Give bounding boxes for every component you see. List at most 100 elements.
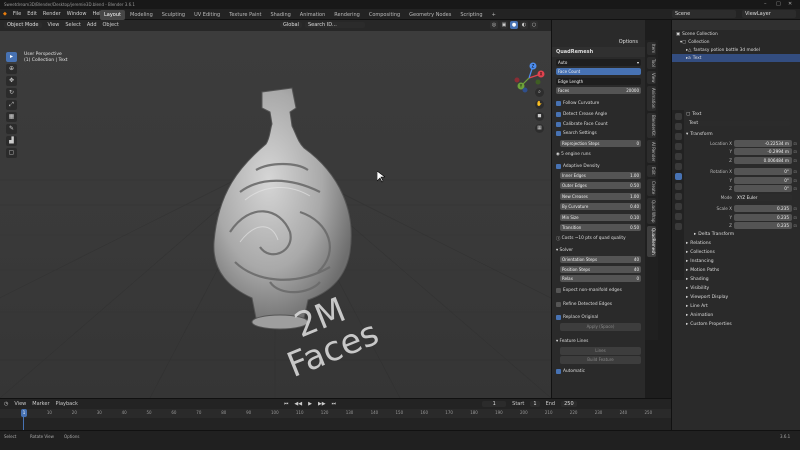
rotation-y-field[interactable]: 0° (734, 176, 792, 184)
rendered-shading-icon[interactable]: ○ (530, 21, 538, 29)
blender-logo-icon[interactable]: ◆ (3, 11, 7, 17)
search-settings-checkbox[interactable] (556, 131, 561, 137)
scale-x-field[interactable]: 0.235 (734, 205, 792, 213)
render-props-icon[interactable] (674, 123, 682, 130)
orientation-steps-field[interactable]: Orientation Steps 40 (560, 256, 641, 264)
options-dropdown[interactable]: Options (615, 39, 641, 45)
quadremesh-header[interactable]: QuadRemesh (552, 47, 645, 57)
delta-transform-section[interactable]: ▸ Delta Transform (694, 230, 799, 239)
timeline-menu-playback[interactable]: Playback (56, 401, 78, 407)
select-box-tool-icon[interactable]: ▸ (6, 52, 17, 62)
min-size-field[interactable]: Min Size 0.10 (560, 214, 641, 222)
annotate-tool-icon[interactable]: ✎ (6, 124, 17, 134)
output-props-icon[interactable] (674, 133, 682, 140)
world-props-icon[interactable] (674, 163, 682, 170)
outliner-scene-collection[interactable]: ▣ Scene Collection (672, 30, 800, 38)
transition-field[interactable]: Transition 0.50 (560, 223, 641, 231)
detect-crease-checkbox[interactable] (556, 112, 561, 118)
prev-keyframe-icon[interactable]: ◀◀ (294, 401, 302, 407)
sidetab-blenderkit[interactable]: BlenderKit (647, 112, 656, 138)
tab-sculpting[interactable]: Sculpting (158, 10, 189, 20)
tab-modeling[interactable]: Modeling (126, 10, 157, 20)
tool-props-icon[interactable] (674, 113, 682, 120)
data-props-icon[interactable] (674, 213, 682, 220)
motion-paths-section[interactable]: ▸ Motion Paths (686, 266, 799, 275)
option-edge-length[interactable]: Edge Length (556, 77, 641, 85)
object-name-input[interactable]: Text (686, 121, 791, 126)
timeline-editor-icon[interactable]: ◷ (4, 401, 8, 407)
sidetab-quadremesh[interactable]: QuadRemesh (647, 226, 656, 258)
tab-texture-paint[interactable]: Texture Paint (225, 10, 265, 20)
pan-view-icon[interactable]: ✋ (535, 100, 544, 109)
lock-icon[interactable]: ⊡ (792, 149, 798, 154)
calibrate-checkbox[interactable] (556, 121, 561, 127)
end-frame-field[interactable]: 250 (561, 401, 577, 407)
viewport-menu-select[interactable]: Select (65, 22, 80, 28)
rotation-x-field[interactable]: 0° (734, 168, 792, 176)
view-layer-props-icon[interactable] (674, 143, 682, 150)
sidetab-quad-wrap[interactable]: Quad Wrap (647, 198, 656, 225)
rotate-tool-icon[interactable]: ↻ (6, 88, 17, 98)
automatic-checkbox[interactable] (556, 369, 561, 375)
visibility-section[interactable]: ▸ Visibility (686, 284, 799, 293)
physics-props-icon[interactable] (674, 193, 682, 200)
tab-rendering[interactable]: Rendering (330, 10, 364, 20)
sidetab-tool[interactable]: Tool (647, 57, 656, 69)
build-feature-button[interactable]: Build Feature (560, 356, 641, 365)
search-id-field[interactable]: Search ID... (304, 22, 365, 28)
constraint-props-icon[interactable] (674, 203, 682, 210)
transform-section[interactable]: ▾ Transform (686, 130, 799, 139)
scale-y-field[interactable]: 0.235 (734, 213, 792, 221)
lock-icon[interactable]: ⊡ (792, 223, 798, 228)
object-mode-dropdown[interactable]: Object Mode (4, 22, 42, 28)
apply-button[interactable]: Apply (Space) (560, 322, 641, 331)
jump-end-icon[interactable]: ⏭ (332, 401, 337, 407)
scene-props-icon[interactable] (674, 153, 682, 160)
outliner-text-object[interactable]: ▸a Text (672, 54, 800, 62)
minimize-button[interactable]: – (764, 1, 767, 7)
location-z-field[interactable]: 0.006484 m (734, 156, 792, 164)
menu-edit[interactable]: Edit (27, 11, 37, 17)
rotation-z-field[interactable]: 0° (734, 185, 792, 193)
timeline-menu-marker[interactable]: Marker (32, 401, 49, 407)
outer-edges-field[interactable]: Outer Edges 0.50 (560, 181, 641, 189)
reprojection-field[interactable]: Reprojection Steps 0 (560, 139, 641, 147)
line-art-section[interactable]: ▸ Line Art (686, 302, 799, 311)
sidetab-view[interactable]: View (647, 70, 656, 85)
relax-field[interactable]: Relax 0 (560, 275, 641, 283)
option-face-count[interactable]: Face Count (556, 68, 641, 76)
tab-uv-editing[interactable]: UV Editing (190, 10, 224, 20)
transform-tool-icon[interactable]: ▦ (6, 112, 17, 122)
zoom-view-icon[interactable]: ⌕ (535, 88, 544, 97)
tab-animation[interactable]: Animation (296, 10, 330, 20)
add-workspace-button[interactable]: + (488, 10, 500, 20)
object-name-field[interactable]: Text (686, 119, 799, 128)
ortho-toggle-icon[interactable]: ▦ (535, 124, 544, 133)
lock-icon[interactable]: ⊡ (792, 178, 798, 183)
expect-nonmanifold-checkbox[interactable] (556, 287, 561, 293)
tab-geometry-nodes[interactable]: Geometry Nodes (405, 10, 455, 20)
faces-field[interactable]: Faces 20000 (556, 87, 641, 95)
adaptive-density-checkbox[interactable] (556, 163, 561, 169)
instancing-section[interactable]: ▸ Instancing (686, 257, 799, 266)
rotation-mode-dropdown[interactable]: XYZ Euler (734, 193, 792, 201)
sidetab-item[interactable]: Item (647, 42, 656, 56)
tab-scripting[interactable]: Scripting (456, 10, 486, 20)
viewport-menu-add[interactable]: Add (87, 22, 97, 28)
location-x-field[interactable]: -0.22534 m (734, 139, 792, 147)
camera-view-icon[interactable]: ◼ (535, 112, 544, 121)
relations-section[interactable]: ▸ Relations (686, 239, 799, 248)
solid-shading-icon[interactable]: ● (510, 21, 518, 29)
timeline-menu-view[interactable]: View (14, 401, 26, 407)
tab-compositing[interactable]: Compositing (365, 10, 404, 20)
jump-start-icon[interactable]: ⏮ (284, 401, 289, 407)
current-frame-field[interactable]: 1 (482, 401, 507, 407)
lock-icon[interactable]: ⊡ (792, 206, 798, 211)
outliner-collection[interactable]: ▾▢ Collection (672, 38, 800, 46)
overlay-toggle-icon[interactable]: ◎ (490, 21, 498, 29)
tab-layout[interactable]: Layout (100, 10, 125, 20)
frame-ruler[interactable]: 1102030405060708090100110120130140150160… (0, 409, 671, 418)
replace-original-checkbox[interactable] (556, 314, 561, 320)
location-y-field[interactable]: -0.2994 m (734, 148, 792, 156)
viewport-menu-view[interactable]: View (48, 22, 60, 28)
